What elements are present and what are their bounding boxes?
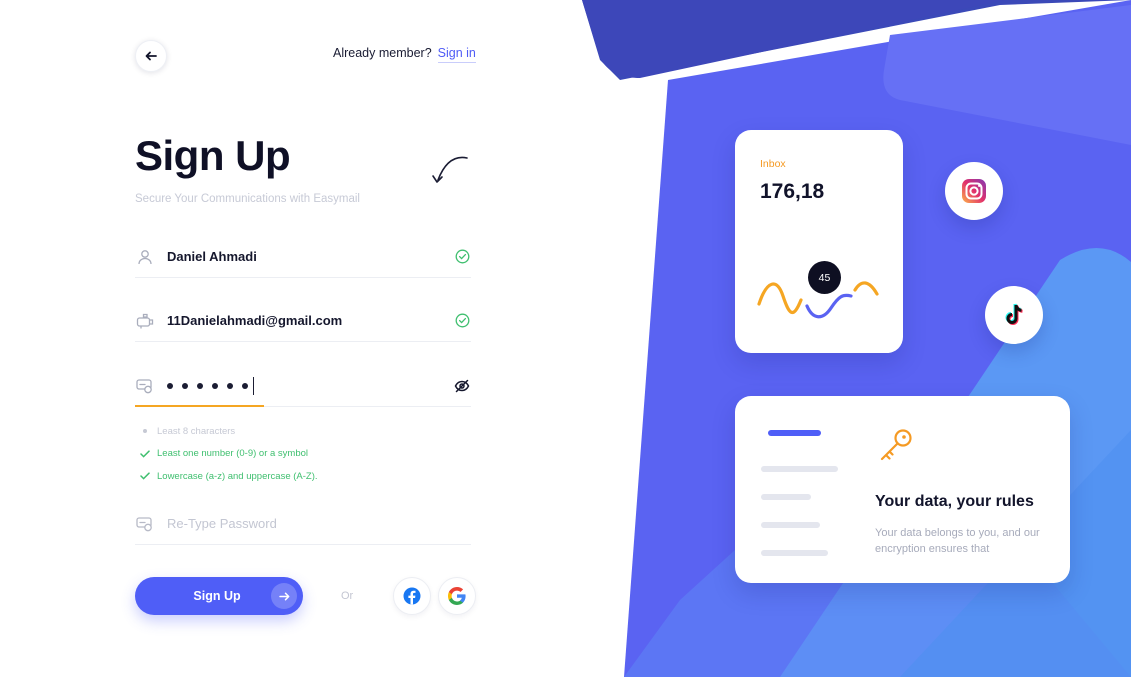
instagram-badge <box>945 162 1003 220</box>
data-card-description: Your data belongs to you, and our encryp… <box>875 527 1040 555</box>
check-circle-icon <box>453 312 471 330</box>
name-field[interactable]: Daniel Ahmadi <box>135 236 471 278</box>
sign-up-label: Sign Up <box>193 589 241 603</box>
password-dot <box>167 382 173 389</box>
check-icon <box>140 450 150 458</box>
password-dot <box>197 382 203 389</box>
name-value: Daniel Ahmadi <box>167 249 257 264</box>
check-circle-icon <box>453 248 471 266</box>
password-dot <box>212 382 218 389</box>
data-card-title: Your data, your rules <box>875 493 1034 510</box>
user-icon <box>135 247 155 267</box>
email-field[interactable]: 11Danielahmadi@gmail.com <box>135 300 471 342</box>
back-button[interactable] <box>135 40 167 72</box>
password-dot <box>242 382 248 389</box>
already-member-prompt: Already member? Sign in <box>333 46 476 63</box>
placeholder-line <box>761 522 820 528</box>
password-dot <box>182 382 188 389</box>
placeholder-line <box>768 430 821 436</box>
art-panel-top-band <box>582 0 1005 78</box>
sign-up-button[interactable]: Sign Up <box>135 577 303 615</box>
email-value: 11Danielahmadi@gmail.com <box>167 313 343 328</box>
rule-item: Least 8 characters <box>139 420 318 443</box>
page-subtitle: Secure Your Communications with Easymail <box>135 193 360 205</box>
or-divider: Or <box>341 590 354 602</box>
google-login-button[interactable] <box>438 577 476 615</box>
tiktok-icon <box>1005 303 1023 325</box>
sign-in-link[interactable]: Sign in <box>437 46 476 63</box>
password-icon <box>135 514 155 534</box>
password-strength-bar <box>135 405 264 407</box>
rule-item: Least one number (0-9) or a symbol <box>139 443 318 466</box>
key-icon <box>880 429 912 461</box>
curved-arrow-decoration <box>432 156 468 183</box>
check-icon <box>140 472 150 480</box>
arrow-left-icon <box>145 51 157 61</box>
inbox-label: Inbox <box>760 158 786 170</box>
retype-password-field[interactable]: Re-Type Password <box>135 503 471 545</box>
rule-text: Least one number (0-9) or a symbol <box>157 448 309 460</box>
art-panel-right-light <box>883 5 1131 145</box>
password-masked-value <box>167 376 453 395</box>
password-icon <box>135 376 155 396</box>
facebook-icon <box>403 587 421 605</box>
inbox-badge: 45 <box>808 261 841 294</box>
password-dot <box>227 382 233 389</box>
instagram-icon <box>962 179 986 203</box>
password-rules: Least 8 characters Least one number (0-9… <box>139 420 318 488</box>
facebook-login-button[interactable] <box>393 577 431 615</box>
mailbox-icon <box>135 311 155 331</box>
placeholder-line <box>761 466 838 472</box>
data-rules-card: Your data, your rules Your data belongs … <box>735 396 1070 583</box>
rule-item: Lowercase (a-z) and uppercase (A-Z). <box>139 465 318 488</box>
already-member-text: Already member? <box>333 46 432 60</box>
placeholder-line <box>761 550 828 556</box>
arrow-right-icon <box>271 583 297 609</box>
retype-password-placeholder: Re-Type Password <box>167 516 277 531</box>
rule-text: Lowercase (a-z) and uppercase (A-Z). <box>157 470 318 482</box>
rule-text: Least 8 characters <box>157 425 236 437</box>
google-icon <box>448 587 466 605</box>
bullet-icon <box>143 429 147 434</box>
placeholder-line <box>761 494 811 500</box>
text-caret <box>253 376 254 395</box>
inbox-count: 176,18 <box>760 180 825 203</box>
inbox-card: Inbox 176,18 45 <box>735 130 903 353</box>
tiktok-badge <box>985 286 1043 344</box>
eye-off-icon[interactable] <box>453 377 471 395</box>
page-title: Sign Up <box>135 132 291 179</box>
art-panel-top-dark <box>582 0 1131 80</box>
password-field[interactable] <box>135 365 471 407</box>
